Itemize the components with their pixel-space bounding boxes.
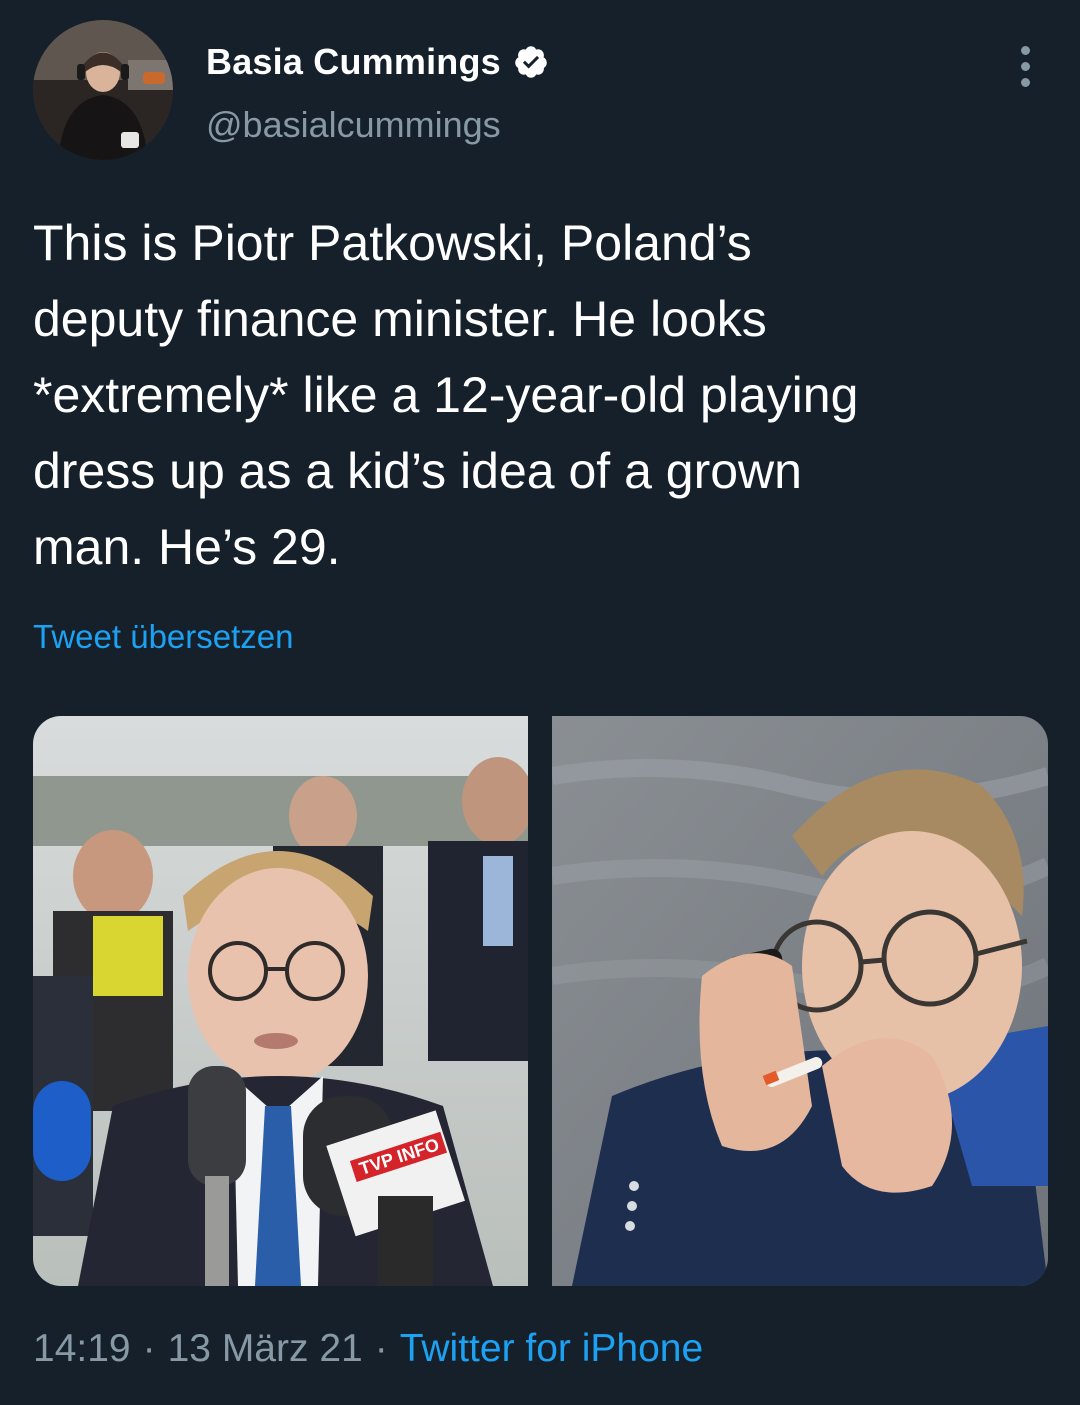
tweet-header: Basia Cummings @basialcummings: [33, 20, 1048, 165]
tweet-source-link[interactable]: Twitter for iPhone: [400, 1327, 703, 1371]
avatar[interactable]: [33, 20, 173, 160]
tweet-photo-right[interactable]: [552, 716, 1048, 1286]
tweet-photo-left[interactable]: TVP INFO: [33, 716, 528, 1286]
tweet-date[interactable]: 13 März 21: [168, 1327, 363, 1371]
photo-press-conference: TVP INFO: [33, 716, 528, 1286]
tweet-time[interactable]: 14:19: [33, 1327, 131, 1371]
author-handle[interactable]: @basialcummings: [206, 104, 501, 146]
avatar-image: [33, 20, 173, 160]
footer-separator: ·: [374, 1327, 388, 1370]
verified-badge-icon: [513, 44, 549, 80]
photo-phone-call: [552, 716, 1048, 1286]
translate-tweet-link[interactable]: Tweet übersetzen: [33, 618, 294, 656]
tweet-media: TVP INFO: [33, 716, 1048, 1286]
tweet-text: This is Piotr Patkowski, Poland’s deputy…: [33, 215, 859, 575]
author-name-row[interactable]: Basia Cummings: [206, 40, 549, 84]
tweet-footer: 14:19 · 13 März 21 · Twitter for iPhone: [33, 1327, 703, 1371]
footer-separator: ·: [142, 1327, 156, 1370]
more-options-icon[interactable]: [1015, 46, 1035, 106]
author-display-name[interactable]: Basia Cummings: [206, 41, 501, 83]
